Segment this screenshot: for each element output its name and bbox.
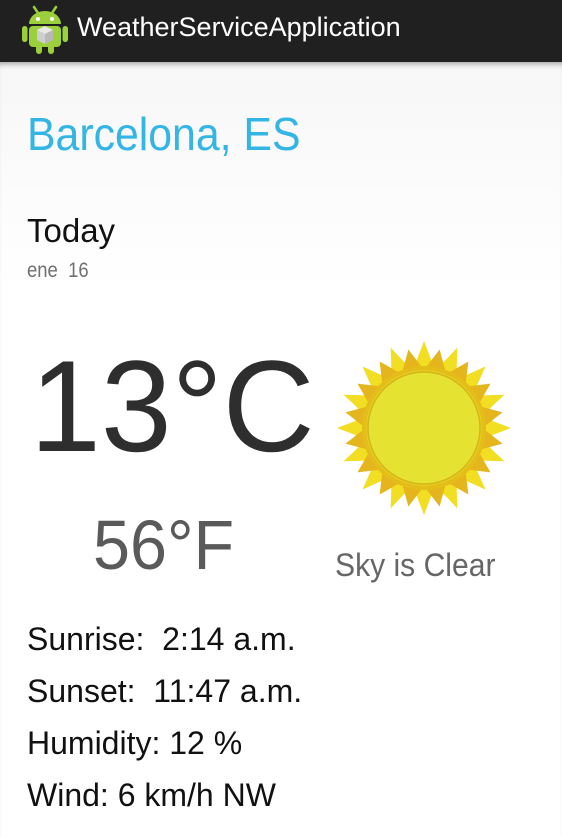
city-name: Barcelona, ES (27, 108, 301, 160)
humidity-text: Humidity: 12 % (27, 725, 243, 761)
sunset-text: Sunset: 11:47 a.m. (27, 673, 303, 709)
sunrise-text: Sunrise: 2:14 a.m. (27, 621, 296, 657)
android-icon (22, 5, 68, 54)
condition-text: Sky is Clear (335, 547, 496, 583)
wind-text: Wind: 6 km/h NW (27, 777, 276, 813)
temperature-fahrenheit: 56°F (93, 506, 235, 584)
action-bar: WeatherServiceApplication (0, 0, 562, 62)
day-label: Today (27, 212, 116, 249)
sun-icon (337, 341, 511, 515)
app-title: WeatherServiceApplication (77, 12, 401, 42)
temperature-celsius: 13°C (30, 333, 315, 479)
date-label: ene 16 (27, 259, 89, 282)
